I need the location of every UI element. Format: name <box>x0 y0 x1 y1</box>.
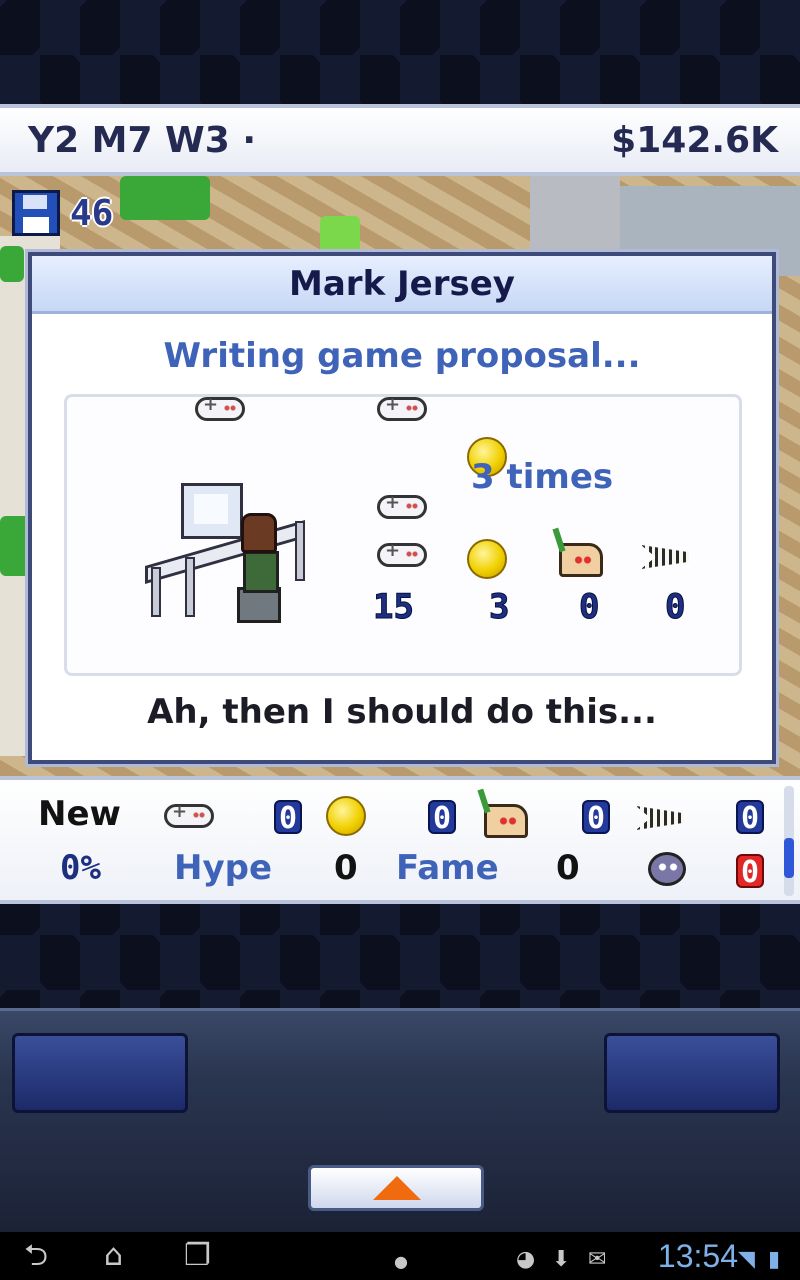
monitor <box>181 483 243 539</box>
graphics-total: 0 <box>582 800 611 836</box>
worker-head <box>241 513 277 553</box>
plant <box>0 246 24 282</box>
menu-dot-icon: ● <box>394 1252 408 1271</box>
left-menu-button[interactable] <box>12 1033 188 1113</box>
bug-icon <box>648 852 686 886</box>
bug-count: 0 <box>736 854 765 890</box>
week-progress-dot: · <box>242 119 257 161</box>
game-date: Y2 M7 W3 · <box>28 120 256 161</box>
top-status-bar: Y2 M7 W3 · $142.6K <box>0 104 800 176</box>
fun-controller-icon <box>377 540 427 567</box>
stats-scrollbar[interactable] <box>784 786 794 896</box>
plant <box>120 176 210 220</box>
creativity-coin-icon <box>326 796 366 836</box>
sound-value: 0 <box>664 587 686 628</box>
desk-leg <box>185 557 195 617</box>
save-count: 46 <box>70 192 114 234</box>
fun-value: 15 <box>373 587 415 628</box>
mail-icon: ✉ <box>588 1247 607 1272</box>
fame-label: Fame <box>396 848 499 888</box>
creativity-total: 0 <box>428 800 457 836</box>
system-navigation-bar: ⮌ ⌂ ❐ ● ◕ ⬇ ✉ 13:54 ◥ ▮ <box>0 1232 800 1280</box>
fame-value: 0 <box>556 848 580 888</box>
office-pillar <box>530 176 620 256</box>
sound-fishbone-icon <box>641 545 689 569</box>
staff-dialog[interactable]: Mark Jersey Writing game proposal... 3 t… <box>28 252 776 764</box>
controller-icon <box>377 492 427 519</box>
creativity-coin-icon <box>467 539 507 579</box>
graphics-palette-icon <box>559 543 603 577</box>
notification-icon: ◕ <box>516 1247 536 1272</box>
sound-total: 0 <box>736 800 765 836</box>
controller-icon <box>377 394 427 421</box>
system-clock: 13:54 <box>657 1238 738 1274</box>
home-icon[interactable]: ⌂ <box>104 1240 123 1272</box>
hype-label: Hype <box>174 848 273 888</box>
save-floppy-icon[interactable] <box>12 190 60 236</box>
worker-at-desk-illustration <box>145 477 315 637</box>
worker-body <box>243 551 279 593</box>
graphics-value: 0 <box>578 587 600 628</box>
bonus-times: 3 times <box>471 457 614 497</box>
sound-fishbone-icon <box>636 806 684 830</box>
wifi-icon: ◥ <box>738 1247 755 1272</box>
bottom-control-area <box>0 1008 800 1232</box>
dialog-title: Mark Jersey <box>32 256 772 314</box>
funds: $142.6K <box>611 119 778 161</box>
expand-menu-button[interactable] <box>308 1165 484 1211</box>
recent-apps-icon[interactable]: ❐ <box>184 1240 211 1272</box>
desk-leg <box>151 567 161 617</box>
creativity-value: 3 <box>488 587 510 628</box>
game-stats-panel[interactable]: New 0 0 0 0 0% Hype 0 Fame 0 0 <box>0 776 800 904</box>
save-indicator[interactable]: 46 <box>12 190 113 236</box>
fun-total: 0 <box>274 800 303 836</box>
right-menu-button[interactable] <box>604 1033 780 1113</box>
game-type-label: New <box>38 794 121 834</box>
development-progress: 0% <box>60 848 101 888</box>
plant <box>0 516 30 576</box>
activity-panel: 3 times 15 3 0 0 <box>64 394 742 676</box>
dialog-message: Ah, then I should do this... <box>147 692 657 732</box>
download-icon: ⬇ <box>552 1247 571 1272</box>
desk-leg <box>295 521 305 581</box>
back-icon[interactable]: ⮌ <box>24 1240 48 1272</box>
stats-scrollbar-thumb[interactable] <box>784 838 794 878</box>
hype-value: 0 <box>334 848 358 888</box>
fun-controller-icon <box>164 801 214 828</box>
plant <box>320 216 360 256</box>
up-arrow-icon <box>373 1176 421 1200</box>
date-text: Y2 M7 W3 <box>28 119 230 161</box>
dialog-status: Writing game proposal... <box>163 336 641 376</box>
graphics-palette-icon <box>484 804 528 838</box>
controller-icon <box>195 394 245 421</box>
battery-icon: ▮ <box>768 1247 781 1272</box>
